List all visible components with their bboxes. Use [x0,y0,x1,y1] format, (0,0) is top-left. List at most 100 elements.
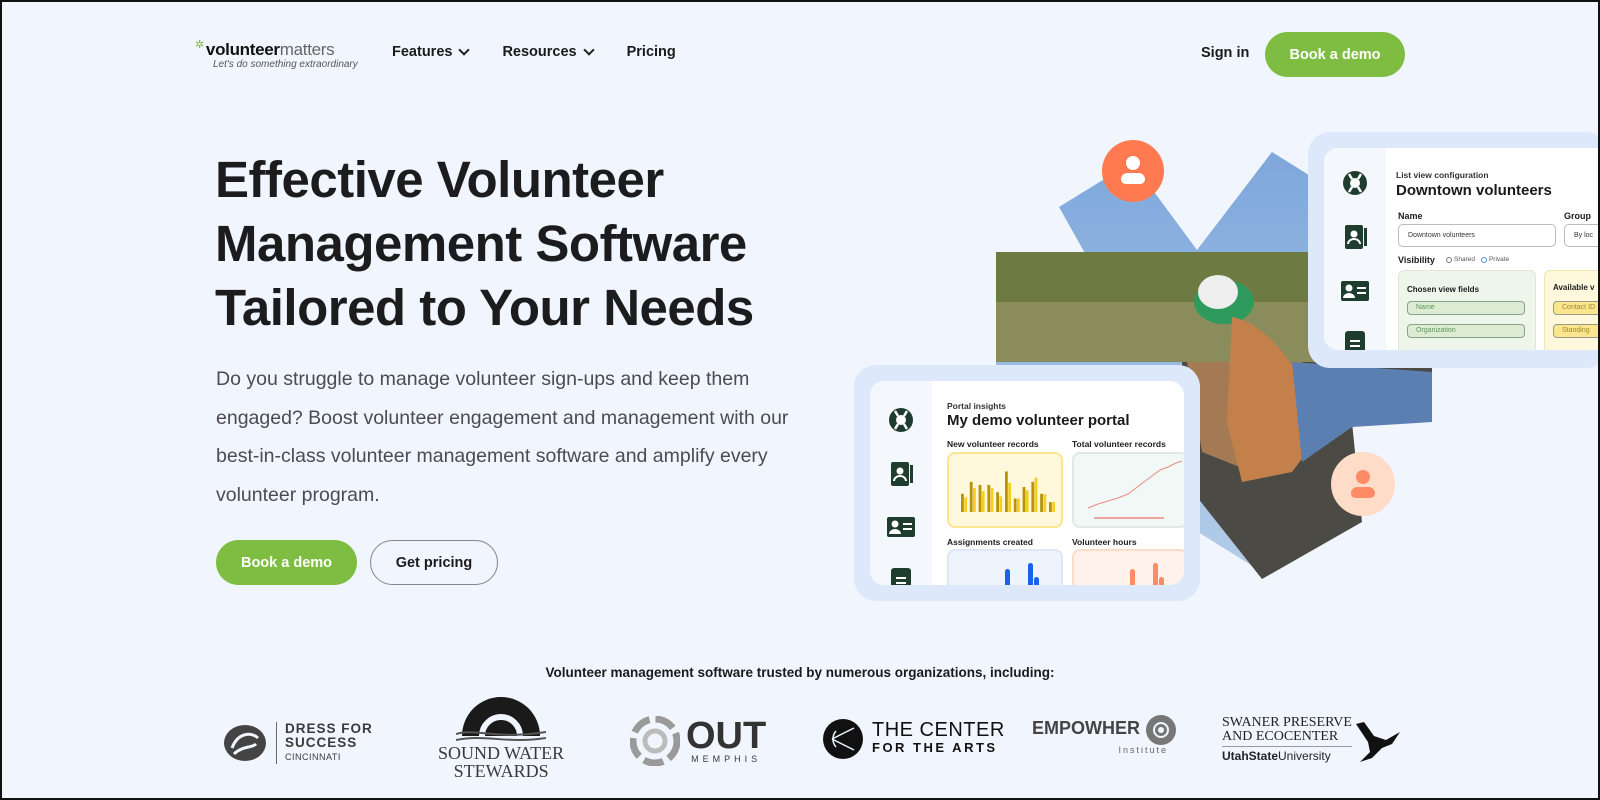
bar [1013,498,1017,512]
new-records-chart [947,452,1063,528]
org-name: OUT [686,715,767,757]
bar [1025,490,1029,512]
org-logo-out-memphis: OUT MEMPHIS [630,716,766,766]
org-name-light: University [1278,749,1331,763]
org-subtitle: Institute [1118,745,1168,755]
hero-title: Effective Volunteer Management Software … [215,148,855,340]
card-sidebar [870,381,932,585]
bar [1028,563,1033,585]
page: ✲ volunteer matters Let's do something ex… [2,2,1598,798]
lifebuoy-icon[interactable] [886,405,916,435]
chart-label: Total volunteer records [1072,439,1166,449]
arts-circle-icon [823,719,863,759]
id-card-icon[interactable] [1340,276,1370,306]
field-chip[interactable]: Standing [1553,324,1598,338]
bar [1040,493,1043,512]
org-name: SOUND WATER [438,743,565,763]
org-name: STEWARDS [453,761,549,781]
nav-resources[interactable]: Resources [502,43,595,60]
bar [1159,577,1164,585]
org-logo-dress-for-success: DRESS FOR SUCCESS CINCINNATI [222,722,373,764]
list-card-title: Downtown volunteers [1396,182,1552,199]
group-field-label: Group [1564,211,1591,221]
line-chart [1087,460,1183,519]
bar [987,484,991,512]
trusted-heading: Volunteer management software trusted by… [545,665,1055,680]
bar [996,492,999,512]
hero-description: Do you struggle to manage volunteer sign… [216,368,789,506]
visibility-radio-group: Shared Private [1446,256,1509,263]
gear-dots-icon [1146,714,1176,745]
chosen-fields-title: Chosen view fields [1407,285,1480,294]
bar [961,493,964,512]
sign-in-link[interactable]: Sign in [1201,45,1249,61]
bar [1005,471,1008,512]
name-field-input[interactable]: Downtown volunteers [1398,224,1556,247]
volunteer-hours-chart [1072,549,1184,585]
id-card-icon[interactable] [886,512,916,542]
nav-pricing[interactable]: Pricing [627,44,676,60]
bar [990,488,994,512]
bar [969,481,973,512]
bar [999,496,1003,512]
chosen-fields-panel: Chosen view fields Name Organization [1398,270,1536,350]
chart-label: Volunteer hours [1072,537,1137,547]
bar [1017,498,1020,512]
org-subtitle: CINCINNATI [285,752,341,762]
org-logo-swaner-preserve: SWANER PRESERVE AND ECOCENTER UtahStateU… [1222,716,1402,763]
brand-logo[interactable]: ✲ volunteer matters Let's do something ex… [195,39,358,70]
nav-features-label: Features [392,44,453,60]
lifebuoy-icon[interactable] [1340,168,1370,198]
chart-label: Assignments created [947,537,1033,547]
bar [1153,563,1158,585]
portal-card-eyebrow: Portal insights [947,401,1007,411]
logo-flower-icon: ✲ [195,39,204,51]
org-name: DRESS FOR [285,721,373,736]
hero-book-demo-button[interactable]: Book a demo [216,540,357,585]
series-line [1087,460,1183,509]
field-chip[interactable]: Name [1407,301,1525,315]
contact-book-icon[interactable] [886,459,916,489]
org-logo-sound-water-stewards: SOUND WATER STEWARDS [438,694,564,780]
portal-insights-card: Portal insights My demo volunteer portal… [854,365,1200,601]
heron-bird-icon [1355,721,1400,762]
available-fields-panel: Available v Contact ID Standing [1544,270,1598,350]
logo-wordmark-light: matters [279,40,335,59]
org-name: EMPOWHER [1032,718,1140,738]
bar [1008,482,1011,512]
list-card-eyebrow: List view configuration [1396,170,1489,180]
org-name-bold: UtahState [1222,749,1279,763]
visibility-shared-radio[interactable]: Shared [1446,256,1475,263]
bar [1049,502,1052,512]
total-records-chart [1072,452,1184,528]
org-name: AND ECOCENTER [1222,730,1352,747]
user-avatar-icon [1102,140,1164,202]
name-field-label: Name [1398,211,1423,221]
group-field-select[interactable]: By loc [1564,224,1598,247]
spiral-icon [630,716,680,766]
chart-label: New volunteer records [947,439,1039,449]
hero-title-line: Effective Volunteer [215,151,664,208]
field-chip[interactable]: Contact ID [1553,301,1598,315]
document-list-icon[interactable] [886,565,916,585]
get-pricing-button[interactable]: Get pricing [370,540,498,585]
swirl-icon [224,725,266,761]
field-chip[interactable]: Organization [1407,324,1525,338]
visibility-label: Visibility [1398,255,1435,265]
bar [1043,494,1047,512]
contact-book-icon[interactable] [1340,222,1370,252]
header-book-demo-button[interactable]: Book a demo [1265,32,1405,77]
document-list-icon[interactable] [1340,328,1370,350]
org-subtitle: MEMPHIS [691,754,762,764]
org-logo-empowher: EMPOWHER Institute [1032,714,1178,755]
bar [1022,487,1026,512]
org-name: SWANER PRESERVE [1222,715,1352,730]
bar [1034,577,1039,585]
user-avatar-icon [1331,452,1395,516]
bar [1031,481,1035,512]
org-name: FOR THE ARTS [872,740,998,755]
logo-wordmark-bold: volunteer [205,40,280,59]
nav-features[interactable]: Features [392,43,471,60]
nav-resources-label: Resources [502,44,577,60]
visibility-private-radio[interactable]: Private [1480,256,1509,263]
